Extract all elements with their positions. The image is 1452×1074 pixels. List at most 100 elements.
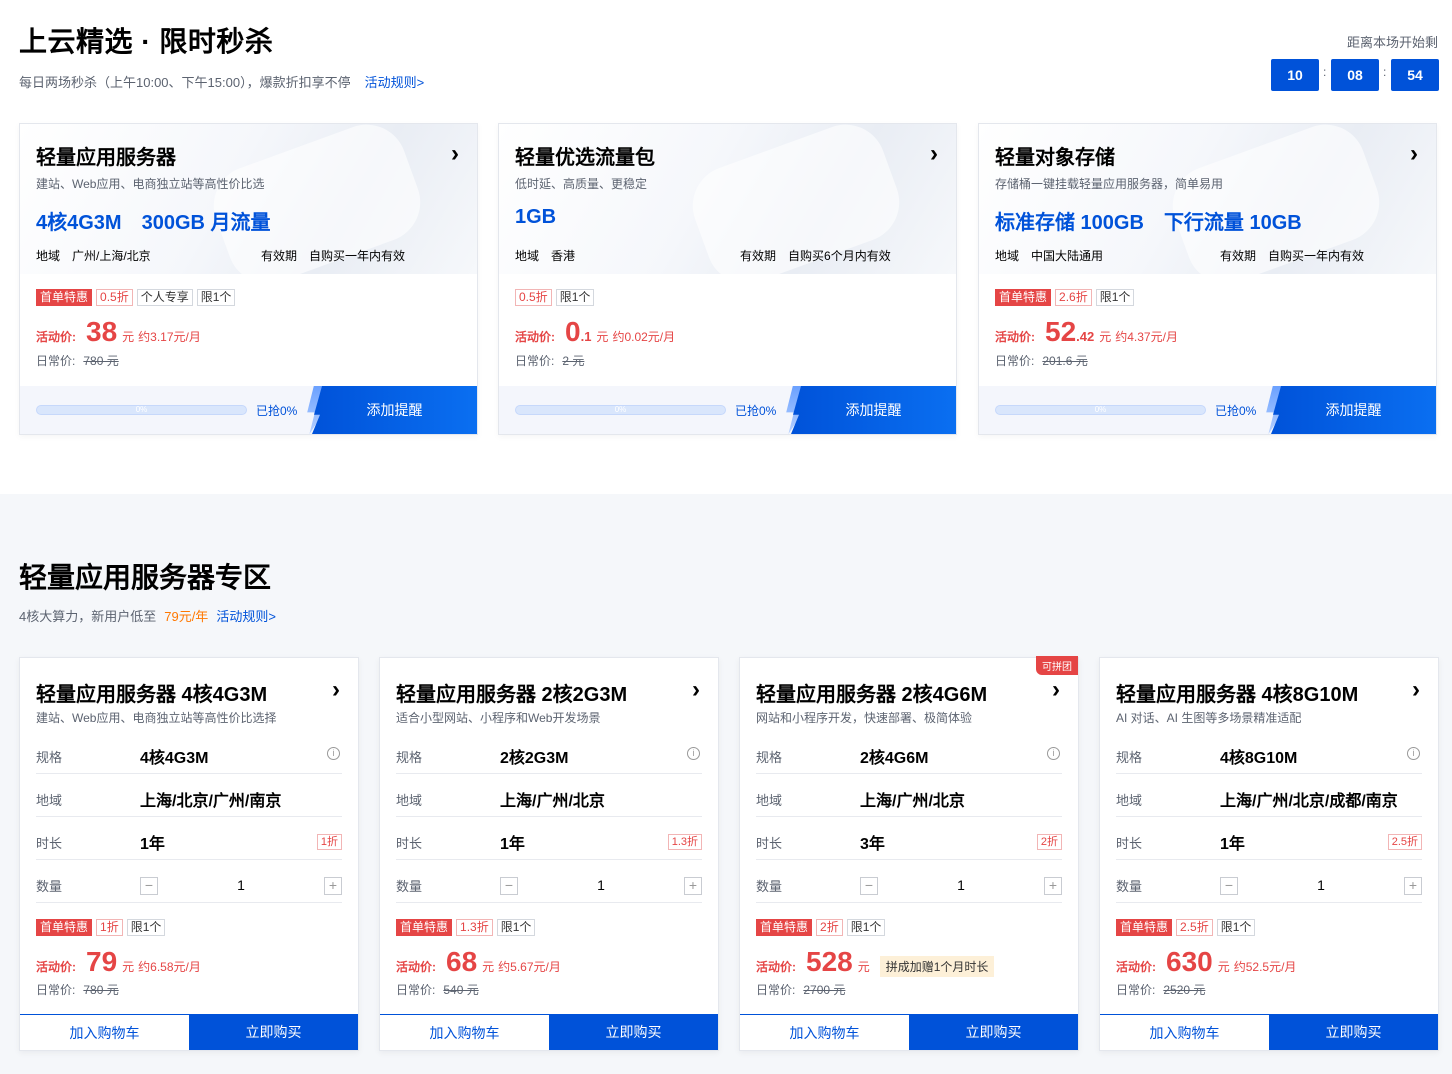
promo-tag: 限1个 bbox=[126, 919, 166, 936]
region-value[interactable]: 上海/北京/广州/南京 bbox=[140, 787, 281, 811]
tag-list: 首单特惠 2折 限1个 bbox=[756, 919, 886, 936]
info-icon[interactable]: i bbox=[1407, 747, 1420, 760]
region-row: 地域 上海/北京/广州/南京 bbox=[36, 774, 342, 817]
duration-row: 时长 1年 1折 bbox=[36, 817, 342, 860]
flash-title: 上云精选 · 限时秒杀 bbox=[19, 26, 274, 57]
progress-percent: 0% bbox=[135, 405, 148, 414]
quantity-value[interactable]: 1 bbox=[500, 877, 702, 893]
price-integer: 79 bbox=[86, 946, 118, 977]
buy-now-button[interactable]: 立即购买 bbox=[1269, 1014, 1438, 1050]
chevron-right-icon[interactable]: › bbox=[1052, 676, 1060, 704]
price-label: 活动价: bbox=[515, 330, 555, 344]
minus-icon[interactable]: − bbox=[860, 877, 878, 895]
duration-row: 时长 3年 2折 bbox=[756, 817, 1062, 860]
promo-tag: 0.5折 bbox=[96, 289, 133, 306]
duration-value[interactable]: 1年 bbox=[1220, 830, 1245, 854]
duration-label: 时长 bbox=[36, 836, 63, 851]
card-spec-highlight: 1GB bbox=[515, 206, 576, 229]
promo-tag: 限1个 bbox=[555, 289, 595, 306]
region-value[interactable]: 上海/广州/北京 bbox=[500, 787, 605, 811]
discount-badge: 2折 bbox=[1036, 834, 1062, 850]
price-label: 活动价: bbox=[36, 330, 76, 344]
minus-icon[interactable]: − bbox=[140, 877, 158, 895]
plus-icon[interactable]: + bbox=[324, 877, 342, 895]
price-label: 活动价: bbox=[396, 960, 436, 974]
chevron-right-icon[interactable]: › bbox=[930, 140, 938, 168]
add-reminder-button[interactable]: 添加提醒 bbox=[312, 386, 477, 434]
card-title: 轻量应用服务器 bbox=[36, 147, 176, 169]
validity-value: 自购买6个月内有效 bbox=[788, 249, 891, 263]
buy-now-button[interactable]: 立即购买 bbox=[909, 1014, 1078, 1050]
buy-now-button[interactable]: 立即购买 bbox=[549, 1014, 718, 1050]
chevron-right-icon[interactable]: › bbox=[332, 676, 340, 704]
info-icon[interactable]: i bbox=[1047, 747, 1060, 760]
plus-icon[interactable]: + bbox=[684, 877, 702, 895]
add-to-cart-button[interactable]: 加入购物车 bbox=[740, 1014, 909, 1050]
plus-icon[interactable]: + bbox=[1404, 877, 1422, 895]
chevron-right-icon[interactable]: › bbox=[692, 676, 700, 704]
spec-value: 2核4G6M bbox=[860, 750, 929, 767]
spec-item: 1GB bbox=[515, 206, 557, 228]
chevron-right-icon[interactable]: › bbox=[451, 140, 459, 168]
minus-icon[interactable]: − bbox=[500, 877, 518, 895]
quantity-value[interactable]: 1 bbox=[140, 877, 342, 893]
quantity-row: 数量 1− + bbox=[1116, 860, 1422, 903]
promo-tag: 2.5折 bbox=[1176, 919, 1213, 936]
price-label: 活动价: bbox=[36, 960, 76, 974]
price-label: 活动价: bbox=[995, 330, 1035, 344]
quantity-label: 数量 bbox=[396, 879, 423, 894]
add-to-cart-button[interactable]: 加入购物车 bbox=[380, 1014, 549, 1050]
promo-tag: 限1个 bbox=[196, 289, 236, 306]
region-value[interactable]: 上海/广州/北京/成都/南京 bbox=[1220, 787, 1398, 811]
validity-value: 自购买一年内有效 bbox=[1268, 249, 1365, 263]
countdown-label: 距离本场开始剩 bbox=[1346, 35, 1438, 50]
countdown-separator: : bbox=[1383, 65, 1387, 79]
region-value[interactable]: 上海/广州/北京 bbox=[860, 787, 965, 811]
flash-rules-link[interactable]: 活动规则> bbox=[365, 75, 425, 90]
chevron-right-icon[interactable]: › bbox=[1410, 140, 1418, 168]
group-buy-badge: 可拼团 bbox=[1036, 656, 1078, 675]
price-unit: 元 bbox=[857, 960, 870, 974]
quantity-stepper: 1− + bbox=[1220, 877, 1422, 895]
validity-info: 有效期 自购买一年内有效 bbox=[1220, 247, 1364, 264]
add-to-cart-button[interactable]: 加入购物车 bbox=[1100, 1014, 1269, 1050]
spec-row: 规格 2核4G6M i bbox=[756, 731, 1062, 774]
tag-list: 首单特惠 1.3折 限1个 bbox=[396, 919, 536, 936]
add-to-cart-button[interactable]: 加入购物车 bbox=[20, 1014, 189, 1050]
duration-row: 时长 1年 1.3折 bbox=[396, 817, 702, 860]
flash-subtitle: 每日两场秒杀（上午10:00、下午15:00），爆款折扣享不停 活动规则> bbox=[19, 72, 424, 91]
region-label: 地域 bbox=[756, 793, 783, 808]
price-integer: 630 bbox=[1166, 946, 1213, 977]
validity-label: 有效期 bbox=[1220, 249, 1257, 263]
region-row: 地域 上海/广州/北京 bbox=[396, 774, 702, 817]
plus-icon[interactable]: + bbox=[1044, 877, 1062, 895]
orig-label: 日常价: bbox=[36, 983, 76, 997]
price-integer: 0 bbox=[565, 316, 581, 347]
discount-badge: 1.3折 bbox=[667, 834, 702, 850]
info-icon[interactable]: i bbox=[327, 747, 340, 760]
chevron-right-icon[interactable]: › bbox=[1412, 676, 1420, 704]
countdown-seconds: 54 bbox=[1391, 59, 1439, 91]
quantity-value[interactable]: 1 bbox=[1220, 877, 1422, 893]
buy-now-button[interactable]: 立即购买 bbox=[189, 1014, 358, 1050]
flash-product-card: 轻量优选流量包 › 低时延、高质量、更稳定 1GB 地域 香港 有效期 自购买6个月内有效 0.… bbox=[498, 123, 957, 435]
duration-value[interactable]: 1年 bbox=[500, 830, 525, 854]
orig-label: 日常价: bbox=[515, 354, 555, 368]
price-per-month: 约6.58元/月 bbox=[138, 960, 201, 974]
add-reminder-button[interactable]: 添加提醒 bbox=[791, 386, 956, 434]
zone-subtitle-text: 4核大算力，新用户低至 bbox=[19, 609, 157, 624]
price-integer: 52 bbox=[1045, 316, 1077, 347]
minus-icon[interactable]: − bbox=[1220, 877, 1238, 895]
add-reminder-button[interactable]: 添加提醒 bbox=[1271, 386, 1436, 434]
card-actions: 加入购物车 立即购买 bbox=[1100, 1014, 1438, 1050]
zone-rules-link[interactable]: 活动规则> bbox=[216, 609, 276, 624]
activity-price: 活动价: 79 元约6.58元/月 bbox=[36, 946, 201, 978]
duration-value[interactable]: 1年 bbox=[140, 830, 165, 854]
card-description: 网站和小程序开发，快速部署、极简体验 bbox=[756, 711, 973, 725]
info-icon[interactable]: i bbox=[687, 747, 700, 760]
activity-price: 活动价: 630 元约52.5元/月 bbox=[1116, 946, 1296, 978]
duration-value[interactable]: 3年 bbox=[860, 830, 885, 854]
spec-item: 4核4G3M bbox=[36, 212, 122, 234]
spec-label: 规格 bbox=[36, 750, 63, 765]
quantity-value[interactable]: 1 bbox=[860, 877, 1062, 893]
